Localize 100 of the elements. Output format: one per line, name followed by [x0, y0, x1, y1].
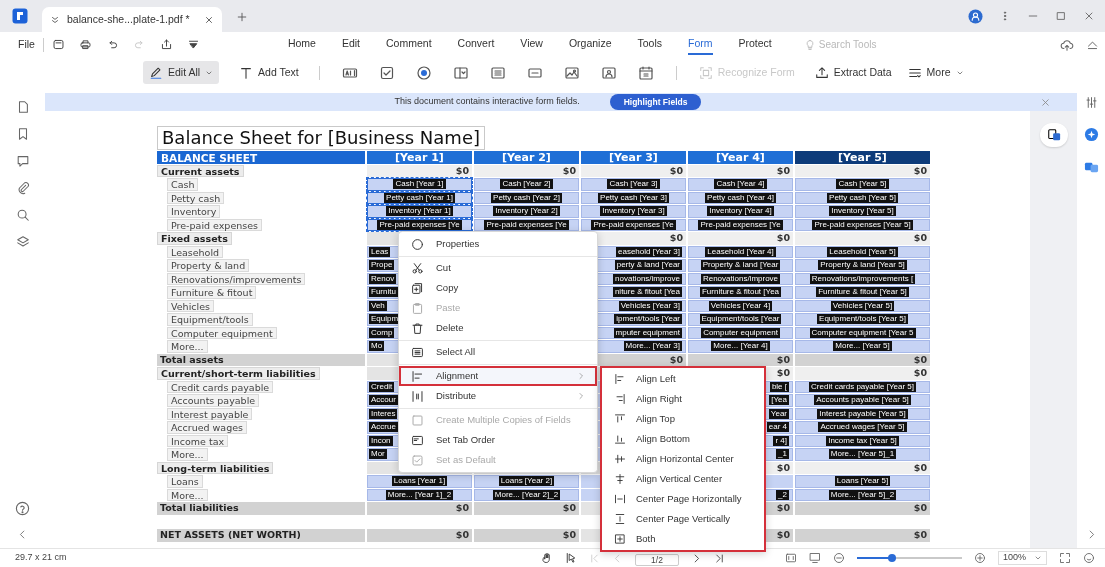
- share-icon[interactable]: [159, 38, 173, 51]
- form-field[interactable]: Cash [Year 2]: [474, 178, 579, 191]
- form-field[interactable]: Loans [Year 2]: [474, 475, 579, 488]
- save-icon[interactable]: [51, 38, 65, 51]
- fullscreen-icon[interactable]: [1059, 552, 1071, 564]
- form-field[interactable]: Petty cash [Year 2]: [474, 191, 579, 204]
- list-box-icon[interactable]: [489, 64, 506, 81]
- extract-data-button[interactable]: Extract Data: [808, 60, 898, 85]
- menu-item[interactable]: Center Page Vertically: [602, 509, 764, 529]
- avatar-icon[interactable]: [968, 8, 983, 24]
- image-icon[interactable]: [563, 64, 580, 81]
- checkbox-icon[interactable]: [378, 64, 395, 81]
- edit-all-button[interactable]: Edit All: [143, 60, 220, 85]
- menu-tab[interactable]: Protect: [738, 33, 772, 56]
- print-icon[interactable]: [78, 38, 92, 51]
- form-field[interactable]: Furniture & fitout [Year 5]: [795, 286, 930, 299]
- form-field[interactable]: More... [Year 1]_2: [367, 488, 472, 501]
- form-field[interactable]: Credit cards payable [Year 5]: [795, 380, 930, 393]
- form-field[interactable]: Property & land [Year: [688, 259, 793, 272]
- form-field[interactable]: Pre-paid expenses [Year 5]: [795, 218, 930, 231]
- form-field[interactable]: Cash [Year 3]: [581, 178, 686, 191]
- zoom-dropdown[interactable]: 100%: [997, 551, 1047, 565]
- fit-page-icon[interactable]: [784, 552, 797, 564]
- form-field[interactable]: Vehicles [Year 5]: [795, 299, 930, 312]
- last-page-icon[interactable]: [713, 552, 725, 564]
- highlight-fields-button[interactable]: Highlight Fields: [609, 93, 702, 111]
- form-field[interactable]: More... [Year 5]: [795, 340, 930, 353]
- menu-item[interactable]: Delete: [399, 318, 597, 338]
- form-field[interactable]: Petty cash [Year 5]: [795, 191, 930, 204]
- more-button[interactable]: More: [901, 60, 970, 85]
- help-icon[interactable]: [15, 501, 30, 516]
- slider-thumb[interactable]: [887, 554, 896, 562]
- menu-item[interactable]: Set Tab Order: [399, 430, 597, 450]
- close-icon[interactable]: [1083, 10, 1095, 22]
- floating-action-button[interactable]: [1039, 123, 1068, 147]
- form-field[interactable]: Inventory [Year 4]: [688, 205, 793, 218]
- menu-item[interactable]: Align Bottom: [602, 429, 764, 449]
- menu-tab[interactable]: Edit: [341, 33, 361, 56]
- form-field[interactable]: Leasehold [Year 4]: [688, 245, 793, 258]
- form-field[interactable]: Inventory [Year 1]: [367, 205, 472, 218]
- menu-item[interactable]: Align Top: [602, 409, 764, 429]
- document-tab[interactable]: balance-she...plate-1.pdf *: [42, 7, 222, 32]
- display-icon[interactable]: [808, 552, 821, 564]
- form-field[interactable]: Leasehold [Year 5]: [795, 245, 930, 258]
- menu-item[interactable]: Distribute: [399, 386, 597, 406]
- menu-item[interactable]: Both: [602, 529, 764, 549]
- menu-tab[interactable]: Tools: [637, 33, 662, 56]
- logo-icon[interactable]: [12, 8, 28, 24]
- form-field[interactable]: Income tax [Year 5]: [795, 434, 930, 447]
- chevrons-icon[interactable]: [50, 14, 60, 25]
- menu-item[interactable]: Alignment: [399, 366, 597, 386]
- menu-item[interactable]: Align Left: [602, 369, 764, 389]
- add-text-button[interactable]: Add Text: [233, 60, 305, 85]
- form-field[interactable]: More... [Year 4]: [688, 340, 793, 353]
- form-field[interactable]: Cash [Year 4]: [688, 178, 793, 191]
- smiley-icon[interactable]: [1083, 552, 1095, 564]
- sparkle-icon[interactable]: [1083, 127, 1099, 142]
- radio-button-icon[interactable]: [415, 64, 432, 81]
- menu-item[interactable]: Copy: [399, 278, 597, 298]
- form-field[interactable]: Computer equipment [Year 5: [795, 326, 930, 339]
- menu-tab[interactable]: View: [520, 33, 543, 56]
- layers-icon[interactable]: [15, 235, 30, 249]
- form-field[interactable]: Renovations/improve: [688, 272, 793, 285]
- search-field[interactable]: Search Tools: [818, 37, 891, 52]
- form-field[interactable]: Petty cash [Year 3]: [581, 191, 686, 204]
- menu-item[interactable]: Select All: [399, 342, 597, 362]
- menu-item[interactable]: Center Page Horizontally: [602, 489, 764, 509]
- paperclip-icon[interactable]: [15, 181, 30, 195]
- form-field[interactable]: Furniture & fitout [Yea: [688, 286, 793, 299]
- form-field[interactable]: Loans [Year 5]: [795, 475, 930, 488]
- form-field[interactable]: Pre-paid expenses [Ye: [688, 218, 793, 231]
- form-field[interactable]: Property & land [Year 5]: [795, 259, 930, 272]
- form-field[interactable]: More... [Year 5]_1: [795, 448, 930, 461]
- overlapping-squares-icon[interactable]: [1083, 160, 1099, 175]
- form-field[interactable]: Petty cash [Year 1]: [367, 191, 472, 204]
- form-field[interactable]: Inventory [Year 5]: [795, 205, 930, 218]
- menu-item[interactable]: Properties: [399, 234, 597, 254]
- page-number-field[interactable]: 1/2: [634, 554, 679, 566]
- form-field[interactable]: Computer equipment: [688, 326, 793, 339]
- search-icon[interactable]: [15, 208, 30, 222]
- dropdown-icon[interactable]: [186, 38, 200, 51]
- form-field[interactable]: Inventory [Year 2]: [474, 205, 579, 218]
- menu-tab[interactable]: Comment: [386, 33, 432, 56]
- menu-item[interactable]: Align Horizontal Center: [602, 449, 764, 469]
- form-field[interactable]: Vehicles [Year 4]: [688, 299, 793, 312]
- maximize-icon[interactable]: [1055, 10, 1067, 22]
- cursor-icon[interactable]: [564, 552, 577, 564]
- form-field[interactable]: Accrued wages [Year 5]: [795, 421, 930, 434]
- file-menu[interactable]: File: [18, 36, 35, 53]
- person-image-icon[interactable]: [600, 64, 617, 81]
- form-field[interactable]: Inventory [Year 3]: [581, 205, 686, 218]
- hand-icon[interactable]: [540, 552, 553, 564]
- menu-tab[interactable]: Home: [287, 33, 316, 56]
- form-field[interactable]: Petty cash [Year 4]: [688, 191, 793, 204]
- form-field[interactable]: Pre-paid expenses [Ye: [474, 218, 579, 231]
- form-field[interactable]: More... [Year 2]_2: [474, 488, 579, 501]
- form-field[interactable]: Equipment/tools [Year: [688, 313, 793, 326]
- comment-icon[interactable]: [15, 154, 30, 168]
- form-field[interactable]: Renovations/improvements [: [795, 272, 930, 285]
- close-icon[interactable]: [204, 14, 214, 25]
